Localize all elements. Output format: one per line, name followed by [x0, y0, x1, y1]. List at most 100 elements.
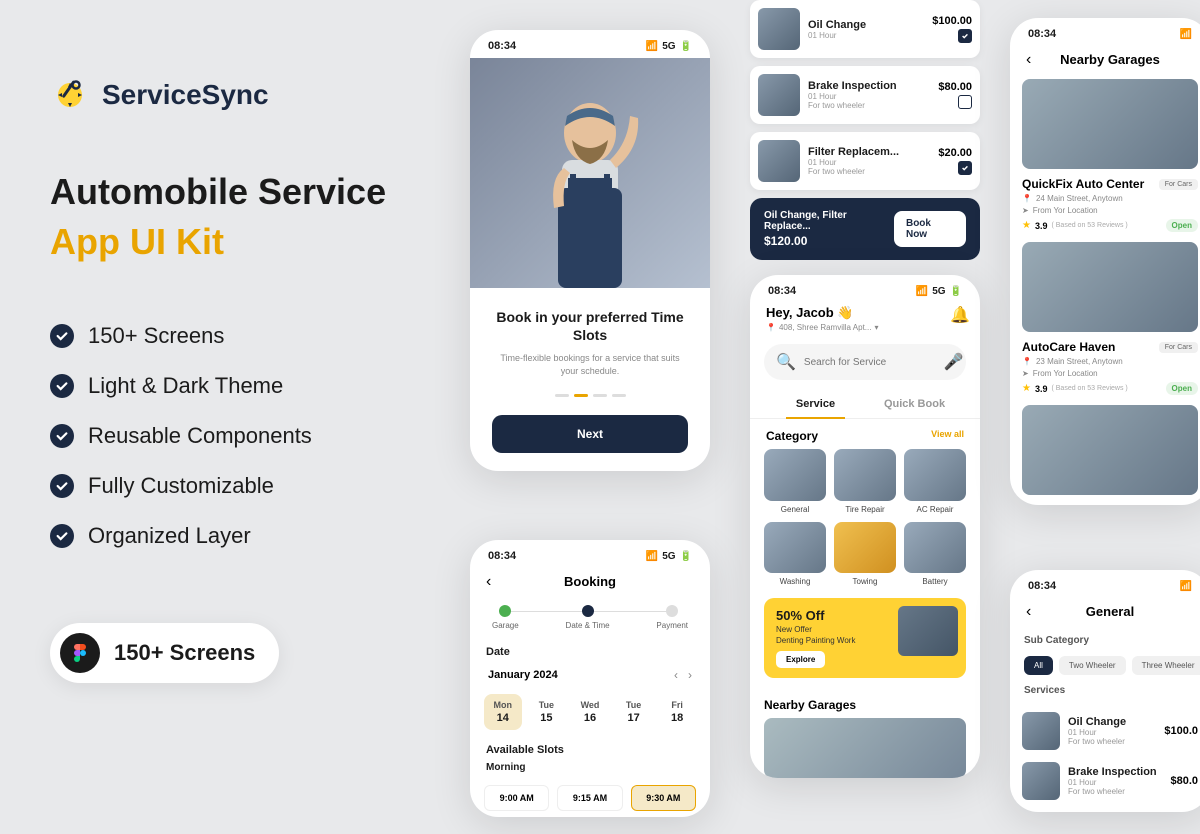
calendar-day[interactable]: Tue15 [528, 694, 566, 730]
calendar-day[interactable]: Mon14 [484, 694, 522, 730]
view-all-link[interactable]: View all [931, 429, 964, 443]
service-thumbnail [758, 140, 800, 182]
star-icon: ★ [1022, 220, 1031, 231]
category-item[interactable]: AC Repair [904, 449, 966, 514]
page-dots [492, 394, 688, 397]
calendar-day[interactable]: Tue17 [615, 694, 653, 730]
service-thumbnail [1022, 712, 1060, 750]
phone-nearby-garages: 08:34📶 ‹Nearby Garages QuickFix Auto Cen… [1010, 18, 1200, 505]
address[interactable]: 📍408, Shree Ramvilla Apt...▾ [766, 323, 878, 332]
check-icon [50, 374, 74, 398]
step-done-icon [499, 605, 511, 617]
back-icon[interactable]: ‹ [1026, 603, 1031, 621]
bell-icon[interactable]: 🔔 [950, 305, 964, 319]
pin-icon: 📍 [1022, 194, 1032, 203]
headline-accent: App UI Kit [50, 221, 430, 263]
feature-item: 150+ Screens [50, 323, 430, 349]
checkbox-icon[interactable] [958, 95, 972, 109]
garage-image [1022, 79, 1198, 169]
garage-card[interactable]: AutoCare HavenFor Cars 📍23 Main Street, … [1010, 242, 1200, 405]
calendar-day[interactable]: Fri18 [658, 694, 696, 730]
time-slot[interactable]: 9:30 AM [631, 785, 696, 811]
checkbox-icon[interactable] [958, 29, 972, 43]
promo-banner[interactable]: 50% Off New Offer Denting Painting Work … [764, 598, 966, 678]
time-slot[interactable]: 9:00 AM [484, 785, 549, 811]
search-icon: 🔍 [776, 352, 796, 372]
features-list: 150+ Screens Light & Dark Theme Reusable… [50, 323, 430, 549]
calendar-days: Mon14 Tue15 Wed16 Tue17 Fri18 [470, 686, 710, 738]
slots-label: Available Slots [470, 738, 710, 762]
back-icon[interactable]: ‹ [1026, 51, 1031, 69]
category-item[interactable]: General [764, 449, 826, 514]
service-row[interactable]: Oil Change01 HourFor two wheeler $100.0 [1022, 706, 1198, 756]
phone-booking: 08:34📶5G🔋 ‹ Booking Garage Date & Time P… [470, 540, 710, 817]
book-summary-bar: Oil Change, Filter Replace...$120.00 Boo… [750, 198, 980, 260]
checkbox-icon[interactable] [958, 161, 972, 175]
filter-chip[interactable]: Two Wheeler [1059, 656, 1126, 675]
tab-service[interactable]: Service [766, 390, 865, 418]
star-icon: ★ [1022, 383, 1031, 394]
garage-card[interactable]: QuickFix Auto CenterFor Cars 📍24 Main St… [1010, 79, 1200, 242]
services-selection: Oil Change01 Hour $100.00 Brake Inspecti… [750, 0, 980, 260]
garage-image [1022, 242, 1198, 332]
category-item[interactable]: Towing [834, 522, 896, 587]
brand-name: ServiceSync [102, 79, 269, 111]
phone-onboarding: 08:34📶5G🔋 Book in your preferred Time Sl… [470, 30, 710, 471]
filter-chip[interactable]: All [1024, 656, 1053, 675]
status-badge: Open [1166, 219, 1198, 232]
phone-home: 08:34📶5G🔋 Hey, Jacob 👋 📍408, Shree Ramvi… [750, 275, 980, 778]
service-row[interactable]: Brake Inspection01 HourFor two wheeler $… [1022, 756, 1198, 806]
period-label: Morning [470, 762, 710, 779]
tab-quick-book[interactable]: Quick Book [865, 390, 964, 418]
phone-general: 08:34📶 ‹General Sub Category All Two Whe… [1010, 570, 1200, 812]
services-label: Services [1010, 681, 1200, 700]
onboarding-subtitle: Time-flexible bookings for a service tha… [492, 352, 688, 377]
calendar-day[interactable]: Wed16 [571, 694, 609, 730]
subcategory-label: Sub Category [1010, 631, 1200, 650]
feature-item: Reusable Components [50, 423, 430, 449]
date-label: Date [470, 640, 710, 664]
feature-item: Fully Customizable [50, 473, 430, 499]
category-item[interactable]: Battery [904, 522, 966, 587]
status-bar: 08:34📶 [1010, 570, 1200, 598]
step-pending-icon [666, 605, 678, 617]
next-button[interactable]: Next [492, 415, 688, 453]
service-card[interactable]: Filter Replacem...01 HourFor two wheeler… [750, 132, 980, 190]
back-icon[interactable]: ‹ [486, 573, 491, 591]
next-month-icon[interactable]: › [688, 668, 692, 682]
check-icon [50, 324, 74, 348]
category-item[interactable]: Tire Repair [834, 449, 896, 514]
service-card[interactable]: Oil Change01 Hour $100.00 [750, 0, 980, 58]
feature-item: Light & Dark Theme [50, 373, 430, 399]
month-label: January 2024 [488, 669, 558, 681]
service-card[interactable]: Brake Inspection01 HourFor two wheeler $… [750, 66, 980, 124]
category-title: Category [766, 429, 818, 443]
time-slot[interactable]: 9:15 AM [557, 785, 622, 811]
feature-item: Organized Layer [50, 523, 430, 549]
mic-icon[interactable]: 🎤 [944, 352, 964, 372]
status-badge: Open [1166, 382, 1198, 395]
garage-image [1022, 405, 1198, 495]
filter-chip[interactable]: Three Wheeler [1132, 656, 1200, 675]
prev-month-icon[interactable]: ‹ [674, 668, 678, 682]
nearby-title: Nearby Garages [764, 698, 966, 712]
service-thumbnail [1022, 762, 1060, 800]
status-bar: 08:34📶5G🔋 [750, 275, 980, 303]
explore-button[interactable]: Explore [776, 651, 825, 668]
pin-icon: 📍 [1022, 357, 1032, 366]
nearby-garage-image[interactable] [764, 718, 966, 778]
category-item[interactable]: Washing [764, 522, 826, 587]
brand-logo-icon [50, 75, 90, 115]
booking-stepper: Garage Date & Time Payment [470, 601, 710, 640]
status-bar: 08:34📶5G🔋 [470, 540, 710, 568]
status-bar: 08:34📶 [1010, 18, 1200, 46]
onboarding-title: Book in your preferred Time Slots [492, 308, 688, 344]
book-now-button[interactable]: Book Now [894, 211, 966, 247]
screen-count-pill: 150+ Screens [50, 623, 279, 683]
search-input[interactable]: 🔍 🎤 [764, 344, 966, 380]
pin-icon: 📍 [766, 323, 776, 332]
route-icon: ➤ [1022, 206, 1029, 215]
garage-card[interactable] [1010, 405, 1200, 505]
onboarding-hero-image [470, 58, 710, 288]
brand-row: ServiceSync [50, 75, 430, 115]
